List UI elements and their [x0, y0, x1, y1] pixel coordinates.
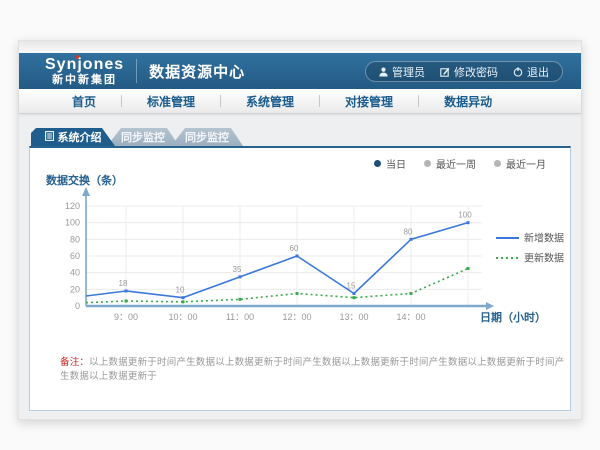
tab-sync-monitor-2[interactable]: 同步监控	[171, 128, 243, 146]
svg-text:13：00: 13：00	[339, 312, 368, 322]
svg-text:80: 80	[70, 234, 80, 244]
logo-primary-text: Synjones	[45, 57, 124, 73]
svg-text:0: 0	[75, 301, 80, 311]
chart-panel: 当日 最近一周 最近一月 数据交换（条） 0204060801001209：00…	[29, 146, 571, 411]
user-icon	[379, 67, 388, 77]
user-menu-change-password[interactable]: 修改密码	[440, 64, 498, 80]
svg-text:20: 20	[70, 284, 80, 294]
svg-text:100: 100	[65, 218, 80, 228]
radio-icon	[494, 160, 501, 167]
nav-item-home[interactable]: 首页	[47, 93, 121, 110]
logo-secondary-text: 新中新集团	[45, 75, 124, 86]
footer-note: 备注：以上数据更新于时间产生数据以上数据更新于时间产生数据以上数据更新于时间产生…	[60, 354, 565, 382]
svg-text:新增数据: 新增数据	[524, 232, 564, 245]
user-menu-logout-label: 退出	[527, 64, 549, 80]
user-menu-change-password-label: 修改密码	[454, 64, 498, 80]
nav-item-standard-mgmt[interactable]: 标准管理	[122, 93, 220, 110]
user-menu: 管理员 修改密码 退出	[365, 61, 563, 82]
logo: Synjones 新中新集团	[45, 57, 124, 86]
document-icon	[45, 131, 54, 144]
app-window: Synjones 新中新集团 数据资源中心 管理员 修改密码	[18, 40, 582, 420]
line-chart: 0 20 40 60 80 100 120 9：00 10：00 11：00 12：00 13：00 1…	[30, 186, 572, 341]
svg-text:35: 35	[233, 265, 242, 274]
svg-text:更新数据: 更新数据	[524, 252, 564, 265]
svg-text:12：00: 12：00	[282, 312, 311, 322]
radio-last-month[interactable]: 最近一月	[494, 156, 546, 171]
svg-text:40: 40	[70, 268, 80, 278]
tab-sync-monitor-1[interactable]: 同步监控	[107, 128, 179, 146]
svg-text:80: 80	[404, 227, 413, 236]
svg-text:10：00: 10：00	[168, 312, 197, 322]
logo-red-dot	[75, 55, 79, 59]
user-menu-admin-label: 管理员	[392, 64, 425, 80]
tab-sync-monitor-2-label: 同步监控	[185, 129, 229, 145]
svg-text:60: 60	[290, 244, 299, 253]
svg-text:15: 15	[347, 282, 356, 291]
logout-icon	[513, 67, 523, 77]
svg-text:60: 60	[70, 251, 80, 261]
footer-note-text: 以上数据更新于时间产生数据以上数据更新于时间产生数据以上数据更新于时间产生数据以…	[60, 357, 564, 382]
svg-text:18: 18	[119, 279, 128, 288]
tab-system-intro[interactable]: 系统介绍	[31, 128, 115, 146]
svg-text:10: 10	[176, 286, 185, 295]
nav-item-system-mgmt[interactable]: 系统管理	[221, 93, 319, 110]
tab-system-intro-label: 系统介绍	[58, 129, 102, 145]
content-area: 系统介绍 同步监控 同步监控 当日 最近一周	[19, 114, 581, 411]
radio-last-week-label: 最近一周	[436, 156, 476, 171]
tabs-row: 系统介绍 同步监控 同步监控	[31, 128, 571, 146]
svg-text:14：00: 14：00	[396, 312, 425, 322]
footer-note-label: 备注：	[60, 357, 89, 368]
radio-today[interactable]: 当日	[374, 156, 406, 171]
header-divider	[136, 59, 137, 83]
window-top-strip	[19, 41, 581, 53]
radio-icon	[374, 160, 381, 167]
main-nav: 首页 标准管理 系统管理 对接管理 数据异动	[19, 89, 581, 114]
radio-today-label: 当日	[386, 156, 406, 171]
radio-last-month-label: 最近一月	[506, 156, 546, 171]
radio-last-week[interactable]: 最近一周	[424, 156, 476, 171]
user-menu-admin[interactable]: 管理员	[379, 64, 425, 80]
header: Synjones 新中新集团 数据资源中心 管理员 修改密码	[19, 53, 581, 89]
svg-text:9：00: 9：00	[114, 312, 138, 322]
nav-item-data-change[interactable]: 数据异动	[419, 93, 517, 110]
radio-icon	[424, 160, 431, 167]
edit-icon	[440, 67, 450, 77]
user-menu-logout[interactable]: 退出	[513, 64, 549, 80]
time-range-selector: 当日 最近一周 最近一月	[374, 156, 546, 171]
page-title: 数据资源中心	[149, 61, 245, 82]
svg-text:120: 120	[65, 201, 80, 211]
nav-item-interface-mgmt[interactable]: 对接管理	[320, 93, 418, 110]
svg-text:100: 100	[458, 211, 472, 220]
tab-sync-monitor-1-label: 同步监控	[121, 129, 165, 145]
svg-text:日期（小时）: 日期（小时）	[480, 310, 546, 324]
svg-text:11：00: 11：00	[226, 312, 254, 322]
